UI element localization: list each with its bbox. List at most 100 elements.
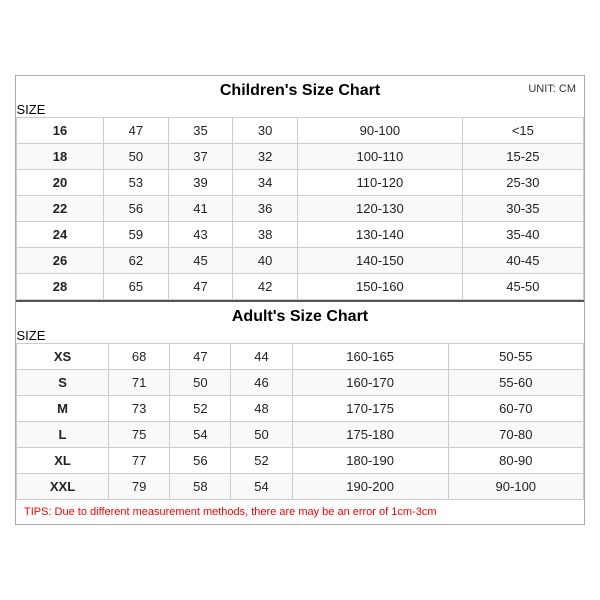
unit-label: UNIT: CM bbox=[528, 83, 576, 95]
table-cell: 50 bbox=[170, 370, 231, 396]
table-row: 20533934110-12025-30 bbox=[17, 170, 584, 196]
table-cell: 25-30 bbox=[462, 170, 583, 196]
table-cell: 45 bbox=[168, 248, 233, 274]
table-cell: 45-50 bbox=[462, 274, 583, 300]
table-cell: 52 bbox=[231, 448, 292, 474]
table-cell: 56 bbox=[104, 196, 169, 222]
table-row: S715046160-17055-60 bbox=[17, 370, 584, 396]
table-cell: 37 bbox=[168, 144, 233, 170]
table-cell: 160-165 bbox=[292, 344, 448, 370]
table-cell: XXL bbox=[17, 474, 109, 500]
table-row: 1647353090-100<15 bbox=[17, 118, 584, 144]
table-cell: 71 bbox=[109, 370, 170, 396]
table-cell: 35-40 bbox=[462, 222, 583, 248]
table-cell: 160-170 bbox=[292, 370, 448, 396]
children-title-row: Children's Size Chart UNIT: CM bbox=[16, 76, 584, 102]
table-cell: 70-80 bbox=[448, 422, 583, 448]
table-cell: 90-100 bbox=[448, 474, 583, 500]
table-row: L755450175-18070-80 bbox=[17, 422, 584, 448]
table-cell: 30 bbox=[233, 118, 298, 144]
table-cell: 16 bbox=[17, 118, 104, 144]
table-cell: 50 bbox=[231, 422, 292, 448]
table-cell: 79 bbox=[109, 474, 170, 500]
table-cell: 60-70 bbox=[448, 396, 583, 422]
table-cell: 34 bbox=[233, 170, 298, 196]
table-cell: 32 bbox=[233, 144, 298, 170]
table-cell: 40 bbox=[233, 248, 298, 274]
table-cell: 140-150 bbox=[297, 248, 462, 274]
table-cell: 90-100 bbox=[297, 118, 462, 144]
table-cell: 38 bbox=[233, 222, 298, 248]
table-cell: 120-130 bbox=[297, 196, 462, 222]
table-row: 18503732100-11015-25 bbox=[17, 144, 584, 170]
adult-title-row: Adult's Size Chart bbox=[16, 300, 584, 328]
table-cell: 150-160 bbox=[297, 274, 462, 300]
adult-header-row: SIZE bbox=[17, 328, 584, 344]
table-cell: 24 bbox=[17, 222, 104, 248]
table-cell: 100-110 bbox=[297, 144, 462, 170]
table-cell: 68 bbox=[109, 344, 170, 370]
size-chart-container: Children's Size Chart UNIT: CM SIZE 1647… bbox=[15, 75, 585, 525]
table-row: XL775652180-19080-90 bbox=[17, 448, 584, 474]
table-row: 22564136120-13030-35 bbox=[17, 196, 584, 222]
table-cell: 54 bbox=[170, 422, 231, 448]
children-title: Children's Size Chart bbox=[220, 82, 380, 99]
children-table: SIZE 1647353090-100<1518503732100-11015-… bbox=[16, 102, 584, 300]
table-cell: 28 bbox=[17, 274, 104, 300]
table-cell: <15 bbox=[462, 118, 583, 144]
adult-title: Adult's Size Chart bbox=[232, 308, 368, 325]
table-cell: 77 bbox=[109, 448, 170, 474]
table-cell: 26 bbox=[17, 248, 104, 274]
table-cell: 41 bbox=[168, 196, 233, 222]
table-cell: S bbox=[17, 370, 109, 396]
table-cell: 47 bbox=[104, 118, 169, 144]
table-cell: 30-35 bbox=[462, 196, 583, 222]
table-cell: L bbox=[17, 422, 109, 448]
table-cell: 18 bbox=[17, 144, 104, 170]
table-cell: 59 bbox=[104, 222, 169, 248]
table-cell: 47 bbox=[168, 274, 233, 300]
table-cell: 73 bbox=[109, 396, 170, 422]
table-row: M735248170-17560-70 bbox=[17, 396, 584, 422]
table-row: 28654742150-16045-50 bbox=[17, 274, 584, 300]
table-cell: XS bbox=[17, 344, 109, 370]
children-header-row: SIZE bbox=[17, 102, 584, 118]
table-cell: 170-175 bbox=[292, 396, 448, 422]
table-cell: 54 bbox=[231, 474, 292, 500]
table-cell: 75 bbox=[109, 422, 170, 448]
table-cell: 39 bbox=[168, 170, 233, 196]
table-cell: 56 bbox=[170, 448, 231, 474]
table-cell: 55-60 bbox=[448, 370, 583, 396]
table-cell: 44 bbox=[231, 344, 292, 370]
table-cell: 46 bbox=[231, 370, 292, 396]
table-cell: 58 bbox=[170, 474, 231, 500]
table-cell: 48 bbox=[231, 396, 292, 422]
table-row: 26624540140-15040-45 bbox=[17, 248, 584, 274]
table-cell: 35 bbox=[168, 118, 233, 144]
table-cell: 80-90 bbox=[448, 448, 583, 474]
table-cell: 22 bbox=[17, 196, 104, 222]
tips-text: TIPS: Due to different measurement metho… bbox=[24, 506, 436, 518]
table-cell: 180-190 bbox=[292, 448, 448, 474]
table-row: XXL795854190-20090-100 bbox=[17, 474, 584, 500]
table-cell: M bbox=[17, 396, 109, 422]
table-cell: 130-140 bbox=[297, 222, 462, 248]
table-cell: 43 bbox=[168, 222, 233, 248]
table-cell: 52 bbox=[170, 396, 231, 422]
table-cell: 62 bbox=[104, 248, 169, 274]
table-cell: 42 bbox=[233, 274, 298, 300]
adult-table: SIZE XS684744160-16550-55S715046160-1705… bbox=[16, 328, 584, 500]
table-cell: 110-120 bbox=[297, 170, 462, 196]
table-row: 24594338130-14035-40 bbox=[17, 222, 584, 248]
table-cell: 53 bbox=[104, 170, 169, 196]
table-cell: 20 bbox=[17, 170, 104, 196]
table-cell: 36 bbox=[233, 196, 298, 222]
tips-row: TIPS: Due to different measurement metho… bbox=[16, 500, 584, 524]
table-cell: 50 bbox=[104, 144, 169, 170]
table-cell: 47 bbox=[170, 344, 231, 370]
table-cell: XL bbox=[17, 448, 109, 474]
table-cell: 15-25 bbox=[462, 144, 583, 170]
table-row: XS684744160-16550-55 bbox=[17, 344, 584, 370]
table-cell: 40-45 bbox=[462, 248, 583, 274]
table-cell: 50-55 bbox=[448, 344, 583, 370]
